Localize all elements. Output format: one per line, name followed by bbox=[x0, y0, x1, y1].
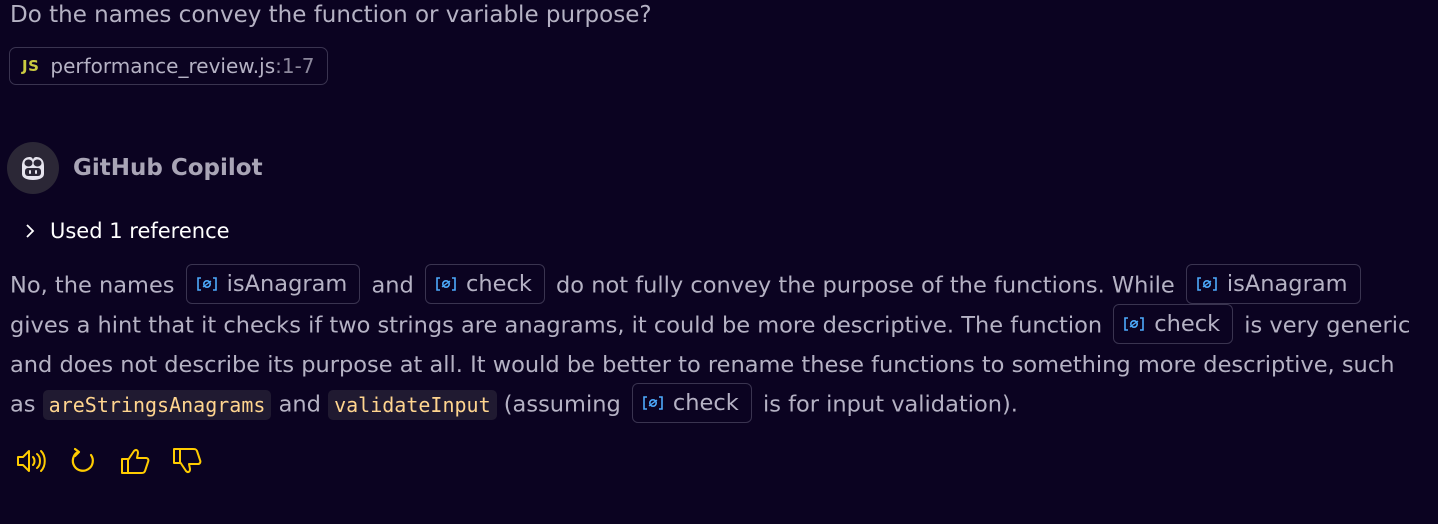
copilot-icon bbox=[22, 157, 44, 180]
symbol-method-icon bbox=[196, 277, 217, 291]
speaker-icon bbox=[17, 450, 46, 472]
symbol-reference-label: isAnagram bbox=[226, 270, 348, 297]
symbol-reference-label: check bbox=[1154, 310, 1221, 337]
retry-icon bbox=[71, 447, 94, 472]
symbol-reference-check[interactable]: check bbox=[631, 383, 752, 423]
answer-text: No, the names isAnagram and check do not… bbox=[10, 264, 1420, 425]
file-reference-chip[interactable]: JS performance_review.js:1-7 bbox=[9, 47, 328, 85]
used-references-label: Used 1 reference bbox=[50, 219, 230, 243]
chevron-right-icon bbox=[20, 221, 40, 241]
inline-code: validateInput bbox=[328, 389, 497, 420]
symbol-reference-label: isAnagram bbox=[1226, 270, 1348, 297]
thumbs-up-icon bbox=[121, 448, 150, 474]
answer-text-segment: is for input validation). bbox=[762, 391, 1018, 418]
answer-text-segment: and bbox=[371, 272, 414, 299]
symbol-method-icon bbox=[1197, 277, 1217, 291]
answer-text-segment: do not fully convey the purpose of the f… bbox=[556, 272, 1175, 299]
read-aloud-button[interactable] bbox=[14, 444, 48, 478]
user-question: Do the names convey the function or vari… bbox=[10, 2, 652, 28]
symbol-reference-isanagram[interactable]: isAnagram bbox=[1185, 264, 1361, 304]
symbol-reference-check[interactable]: check bbox=[424, 264, 545, 304]
thumbs-down-button[interactable] bbox=[170, 444, 204, 478]
symbol-reference-label: check bbox=[672, 389, 739, 416]
javascript-file-icon: JS bbox=[22, 57, 40, 75]
answer-text-segment: (assuming bbox=[503, 391, 621, 418]
file-reference-range: :1-7 bbox=[275, 54, 315, 78]
symbol-method-icon bbox=[1124, 317, 1145, 331]
answer-text-segment: No, the names bbox=[10, 272, 175, 299]
symbol-reference-label: check bbox=[465, 270, 532, 297]
symbol-method-icon bbox=[643, 396, 663, 410]
copilot-avatar bbox=[7, 142, 59, 194]
thumbs-up-button[interactable] bbox=[118, 444, 152, 478]
symbol-method-icon bbox=[436, 277, 456, 291]
thumbs-down-icon bbox=[173, 448, 202, 474]
inline-code: areStringsAnagrams bbox=[42, 389, 272, 420]
answer-text-segment: gives a hint that it checks if two strin… bbox=[10, 312, 1103, 339]
file-reference-name: performance_review.js bbox=[50, 54, 276, 78]
symbol-reference-check[interactable]: check bbox=[1113, 304, 1234, 344]
symbol-reference-isanagram[interactable]: isAnagram bbox=[185, 264, 361, 304]
author-name: GitHub Copilot bbox=[73, 155, 263, 181]
retry-button[interactable] bbox=[66, 444, 100, 478]
answer-text-segment: and bbox=[278, 391, 321, 418]
response-actions bbox=[14, 444, 204, 478]
used-references-toggle[interactable]: Used 1 reference bbox=[20, 216, 230, 246]
